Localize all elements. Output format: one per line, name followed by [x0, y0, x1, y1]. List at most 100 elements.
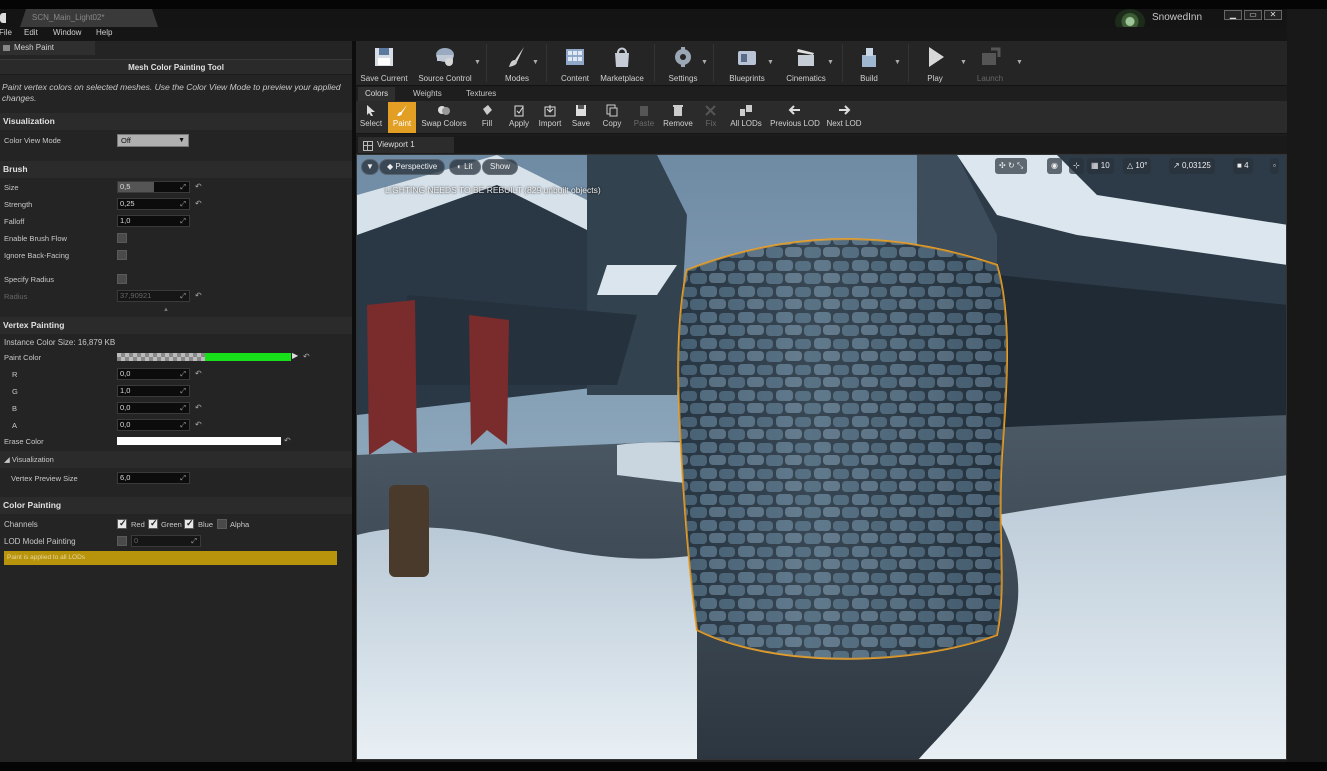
size-field[interactable]: 0,5 ⤢: [117, 181, 190, 193]
scale-icon[interactable]: ⤡: [1017, 161, 1023, 170]
move-icon[interactable]: ✣: [999, 161, 1008, 170]
camera-speed[interactable]: ■ 4: [1233, 158, 1253, 174]
source-control-button[interactable]: Source Control: [414, 43, 476, 85]
paint-color-swatch[interactable]: [205, 353, 291, 361]
scale-snap[interactable]: ↗ 0,03125: [1169, 158, 1215, 174]
snap-icon: ⊹: [1073, 161, 1080, 170]
reset-icon[interactable]: ↶: [195, 199, 202, 208]
paint-tool-button[interactable]: Paint: [388, 102, 416, 133]
settings-button[interactable]: Settings: [662, 43, 704, 85]
expand-arrow-icon[interactable]: ▶: [292, 351, 298, 360]
paint-color-alpha-swatch[interactable]: [117, 353, 205, 361]
section-brush[interactable]: Brush: [0, 161, 352, 178]
ignore-back-checkbox[interactable]: [117, 250, 127, 260]
b-field[interactable]: 0,0 ⤢: [117, 402, 190, 414]
section-color-painting[interactable]: Color Painting: [0, 497, 352, 514]
lit-button[interactable]: ◐ Lit: [449, 159, 481, 175]
reset-icon[interactable]: ↶: [195, 182, 202, 191]
cinematics-button[interactable]: Cinematics: [780, 43, 832, 85]
r-field[interactable]: 0,0 ⤢: [117, 368, 190, 380]
color-view-mode-select[interactable]: Off ▼: [117, 134, 189, 147]
minimize-button[interactable]: ▁: [1224, 10, 1242, 20]
grid-snap[interactable]: ▦ 10: [1087, 158, 1114, 174]
red-channel-checkbox[interactable]: [117, 518, 127, 529]
green-channel-checkbox[interactable]: [148, 518, 158, 529]
previous-lod-button[interactable]: Previous LOD: [768, 102, 822, 133]
fill-button[interactable]: Fill: [474, 102, 500, 133]
modes-button[interactable]: Modes: [498, 43, 536, 85]
remove-button[interactable]: Remove: [661, 102, 695, 133]
scale-snap-value: 0,03125: [1181, 161, 1211, 170]
tab-colors[interactable]: Colors: [358, 87, 396, 101]
maximize-viewport-button[interactable]: ▫: [1270, 158, 1279, 174]
section-vertex-painting[interactable]: Vertex Painting: [0, 317, 352, 334]
next-lod-button[interactable]: Next LOD: [824, 102, 864, 133]
lod-checkbox[interactable]: [117, 536, 127, 546]
mesh-paint-tab[interactable]: Mesh Paint: [0, 41, 95, 55]
menu-help[interactable]: Help: [96, 28, 112, 37]
world-local-toggle[interactable]: ◉: [1047, 158, 1062, 174]
save-current-button[interactable]: Save Current: [358, 43, 410, 85]
level-tab[interactable]: SCN_Main_Light02*: [20, 9, 158, 27]
select-tool-button[interactable]: Select: [358, 102, 384, 133]
reset-icon[interactable]: ↶: [284, 436, 291, 445]
collapse-arrow-icon[interactable]: ▲: [163, 307, 169, 313]
reset-icon[interactable]: ↶: [195, 403, 202, 412]
launch-button[interactable]: Launch: [972, 43, 1008, 85]
fix-button[interactable]: Fix: [700, 102, 722, 133]
reset-icon[interactable]: ↶: [303, 352, 310, 361]
section-visualization[interactable]: Visualization: [0, 113, 352, 130]
all-lods-button[interactable]: All LODs: [728, 102, 764, 133]
reset-icon[interactable]: ↶: [195, 420, 202, 429]
show-button[interactable]: Show: [482, 159, 519, 175]
tool-description: Paint vertex colors on selected meshes. …: [2, 82, 341, 103]
dropdown-arrow-icon[interactable]: ▼: [701, 59, 708, 66]
tab-weights[interactable]: Weights: [406, 87, 449, 101]
level-viewport[interactable]: ▼ ◆ Perspective ◐ Lit Show LIGHTING NEED…: [356, 154, 1287, 760]
strength-field[interactable]: 0,25 ⤢: [117, 198, 190, 210]
marketplace-button[interactable]: Marketplace: [598, 43, 646, 85]
apply-button[interactable]: Apply: [505, 102, 533, 133]
swap-colors-button[interactable]: Swap Colors: [419, 102, 469, 133]
brush-flow-checkbox[interactable]: [117, 233, 127, 243]
save-tool-button[interactable]: Save: [568, 102, 594, 133]
rotation-snap[interactable]: △ 10°: [1123, 158, 1152, 174]
preview-size-field[interactable]: 6,0 ⤢: [117, 472, 190, 484]
dropdown-arrow-icon[interactable]: ▼: [1016, 59, 1023, 66]
content-button[interactable]: Content: [554, 43, 596, 85]
menu-edit[interactable]: Edit: [24, 28, 38, 37]
dropdown-arrow-icon[interactable]: ▼: [532, 59, 539, 66]
viewport-tab[interactable]: Viewport 1: [358, 137, 454, 153]
blue-channel-checkbox[interactable]: [184, 518, 194, 529]
maximize-button[interactable]: ▭: [1244, 10, 1262, 20]
transform-tools[interactable]: ✣ ↻ ⤡: [995, 158, 1028, 174]
blueprints-button[interactable]: Blueprints: [724, 43, 770, 85]
dropdown-arrow-icon[interactable]: ▼: [827, 59, 834, 66]
dropdown-arrow-icon[interactable]: ▼: [894, 59, 901, 66]
g-field[interactable]: 1,0 ⤢: [117, 385, 190, 397]
build-button[interactable]: Build: [852, 43, 886, 85]
surface-snap-toggle[interactable]: ⊹: [1069, 158, 1084, 174]
close-button[interactable]: ✕: [1264, 10, 1282, 20]
dropdown-arrow-icon[interactable]: ▼: [960, 59, 967, 66]
sub-visualization-row[interactable]: ◢ Visualization: [0, 451, 352, 468]
reset-icon[interactable]: ↶: [195, 369, 202, 378]
falloff-field[interactable]: 1,0 ⤢: [117, 215, 190, 227]
play-button[interactable]: Play: [918, 43, 952, 85]
erase-color-swatch[interactable]: [117, 437, 281, 445]
import-button[interactable]: Import: [536, 102, 564, 133]
a-field[interactable]: 0,0 ⤢: [117, 419, 190, 431]
menu-file[interactable]: File: [0, 28, 12, 37]
specify-radius-checkbox[interactable]: [117, 274, 127, 284]
alpha-channel-checkbox[interactable]: [217, 519, 227, 529]
viewport-options-button[interactable]: ▼: [361, 159, 379, 175]
dropdown-arrow-icon[interactable]: ▼: [767, 59, 774, 66]
perspective-button[interactable]: ◆ Perspective: [379, 159, 446, 175]
tab-textures[interactable]: Textures: [459, 87, 503, 101]
dropdown-arrow-icon[interactable]: ▼: [474, 59, 481, 66]
rotate-icon[interactable]: ↻: [1008, 161, 1017, 170]
menu-window[interactable]: Window: [53, 28, 81, 37]
paste-button[interactable]: Paste: [630, 102, 658, 133]
copy-button[interactable]: Copy: [599, 102, 625, 133]
size-label: Size: [4, 183, 19, 192]
